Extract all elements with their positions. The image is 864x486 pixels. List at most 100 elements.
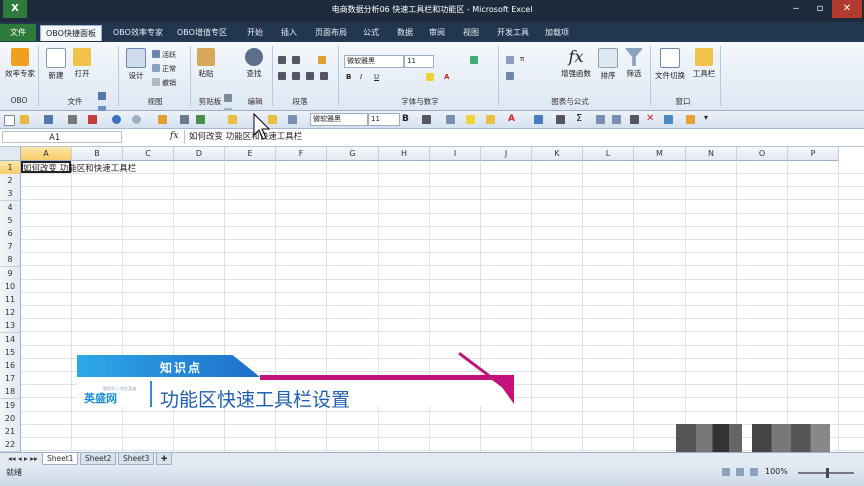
tab-data[interactable]: 数据 (392, 25, 418, 40)
column-header[interactable]: I (430, 147, 481, 161)
print-icon[interactable] (68, 115, 77, 124)
activate-button[interactable]: 活跃 (152, 50, 176, 61)
row-header[interactable]: 8 (0, 253, 21, 268)
tab-developer[interactable]: 开发工具 (492, 25, 534, 40)
row-header[interactable]: 5 (0, 213, 21, 228)
column-header[interactable]: A (21, 147, 72, 161)
row-header[interactable]: 21 (0, 425, 21, 439)
freeze-icon[interactable] (612, 115, 621, 124)
tab-review[interactable]: 审阅 (424, 25, 450, 40)
delete-icon[interactable]: ✕ (646, 113, 655, 124)
sheet-tab[interactable]: Sheet3 (118, 453, 155, 465)
sort-icon[interactable] (196, 115, 205, 124)
indent-icon[interactable] (318, 56, 326, 64)
row-header[interactable]: 3 (0, 187, 21, 202)
close-icon[interactable] (88, 115, 97, 124)
zoom-level[interactable]: 100% (765, 467, 788, 476)
file-switch-button[interactable]: 文件切换 (652, 48, 688, 81)
align-center-icon[interactable] (292, 56, 300, 64)
fill-color-icon[interactable] (466, 115, 475, 124)
align-left-icon[interactable] (278, 56, 286, 64)
column-header[interactable]: L (583, 147, 634, 161)
row-header[interactable]: 16 (0, 359, 21, 373)
align-right-icon[interactable] (306, 72, 314, 80)
border-icon[interactable] (288, 115, 297, 124)
tab-file[interactable]: 文件 (0, 24, 36, 41)
row-header[interactable]: 20 (0, 411, 21, 426)
column-header[interactable]: O (737, 147, 788, 161)
column-header[interactable]: J (481, 147, 532, 161)
undo-icon[interactable] (112, 115, 121, 124)
column-header[interactable]: G (327, 147, 379, 161)
open-icon[interactable] (20, 115, 29, 124)
tab-addins[interactable]: 加载项 (540, 25, 574, 40)
efficiency-expert-button[interactable]: 效率专家 (2, 48, 38, 79)
save-icon[interactable] (44, 115, 53, 124)
bold-icon[interactable]: B (346, 72, 351, 83)
column-header[interactable]: H (379, 147, 430, 161)
grid-icon[interactable] (596, 115, 605, 124)
sheet-tab[interactable]: Sheet2 (80, 453, 117, 465)
minimize-icon[interactable]: ‒ (784, 0, 808, 18)
border-icon[interactable] (446, 115, 455, 124)
sort-asc-icon[interactable] (534, 115, 543, 124)
row-header[interactable]: 10 (0, 279, 21, 294)
tab-layout[interactable]: 页面布局 (310, 25, 352, 40)
font-name-combo[interactable]: 微软雅黑 (344, 55, 404, 68)
row-header[interactable]: 2 (0, 174, 21, 189)
row-header[interactable]: 15 (0, 345, 21, 360)
find-icon[interactable] (228, 115, 237, 124)
table-icon[interactable] (506, 72, 514, 80)
row-header[interactable]: 12 (0, 306, 21, 321)
name-box[interactable]: A1 (2, 131, 122, 143)
column-header[interactable]: F (276, 147, 327, 161)
column-header[interactable]: D (174, 147, 225, 161)
row-header[interactable]: 14 (0, 332, 21, 347)
paste-icon[interactable] (158, 115, 167, 124)
qat-font-combo[interactable]: 微软雅黑 (310, 113, 368, 126)
toolbar-button[interactable]: 工具栏 (686, 48, 722, 79)
new-icon[interactable] (4, 115, 15, 126)
tab-obo-value[interactable]: OBO增值专区 (172, 25, 232, 40)
filter-button[interactable]: 筛选 (616, 48, 652, 79)
tab-home[interactable]: 开始 (242, 25, 268, 40)
cell-a1[interactable]: 如何改变 功能区和快速工具栏 (23, 162, 136, 174)
row-header[interactable]: 1 (0, 161, 21, 175)
tab-formulas[interactable]: 公式 (358, 25, 384, 40)
sum-icon[interactable]: Σ (576, 113, 585, 124)
percent-icon[interactable] (470, 56, 478, 64)
font-size-combo[interactable]: 11 (404, 55, 434, 68)
sheet-nav-icon[interactable]: ◂◂ ◂ ▸ ▸▸ (4, 453, 42, 464)
column-header[interactable]: C (123, 147, 174, 161)
cols-icon[interactable] (630, 115, 639, 124)
row-header[interactable]: 4 (0, 200, 21, 215)
bold-icon[interactable]: B (402, 114, 411, 124)
macro-icon[interactable] (664, 115, 673, 124)
row-header[interactable]: 9 (0, 266, 21, 281)
column-header[interactable]: K (532, 147, 583, 161)
formula-input[interactable]: 如何改变 功能区和快速工具栏 (184, 130, 864, 144)
italic-icon[interactable]: I (360, 72, 362, 83)
tab-insert[interactable]: 插入 (276, 25, 302, 40)
format-icon[interactable] (180, 115, 189, 124)
row-header[interactable]: 7 (0, 240, 21, 255)
open-button[interactable]: 打开 (64, 48, 100, 79)
tab-obo-quick[interactable]: OBO快捷面板 (40, 25, 102, 41)
sheet-tab[interactable]: Sheet1 (42, 453, 79, 465)
column-header[interactable]: P (788, 147, 839, 161)
column-header[interactable]: B (72, 147, 123, 161)
format-painter-icon[interactable] (486, 115, 495, 124)
underline-icon[interactable]: U (374, 72, 379, 83)
cancel-button[interactable]: 撤销 (152, 78, 176, 89)
column-header[interactable]: N (686, 147, 737, 161)
column-header[interactable]: M (634, 147, 686, 161)
fx-icon[interactable]: fx (170, 131, 178, 141)
close-icon[interactable]: ✕ (832, 0, 862, 18)
row-header[interactable]: 19 (0, 398, 21, 413)
page-break-icon[interactable] (750, 468, 758, 476)
zoom-slider-thumb[interactable] (826, 468, 829, 478)
row-header[interactable]: 11 (0, 293, 21, 307)
font-color-icon[interactable]: A (508, 114, 517, 124)
redo-icon[interactable] (132, 115, 141, 124)
column-header[interactable]: E (225, 147, 276, 161)
